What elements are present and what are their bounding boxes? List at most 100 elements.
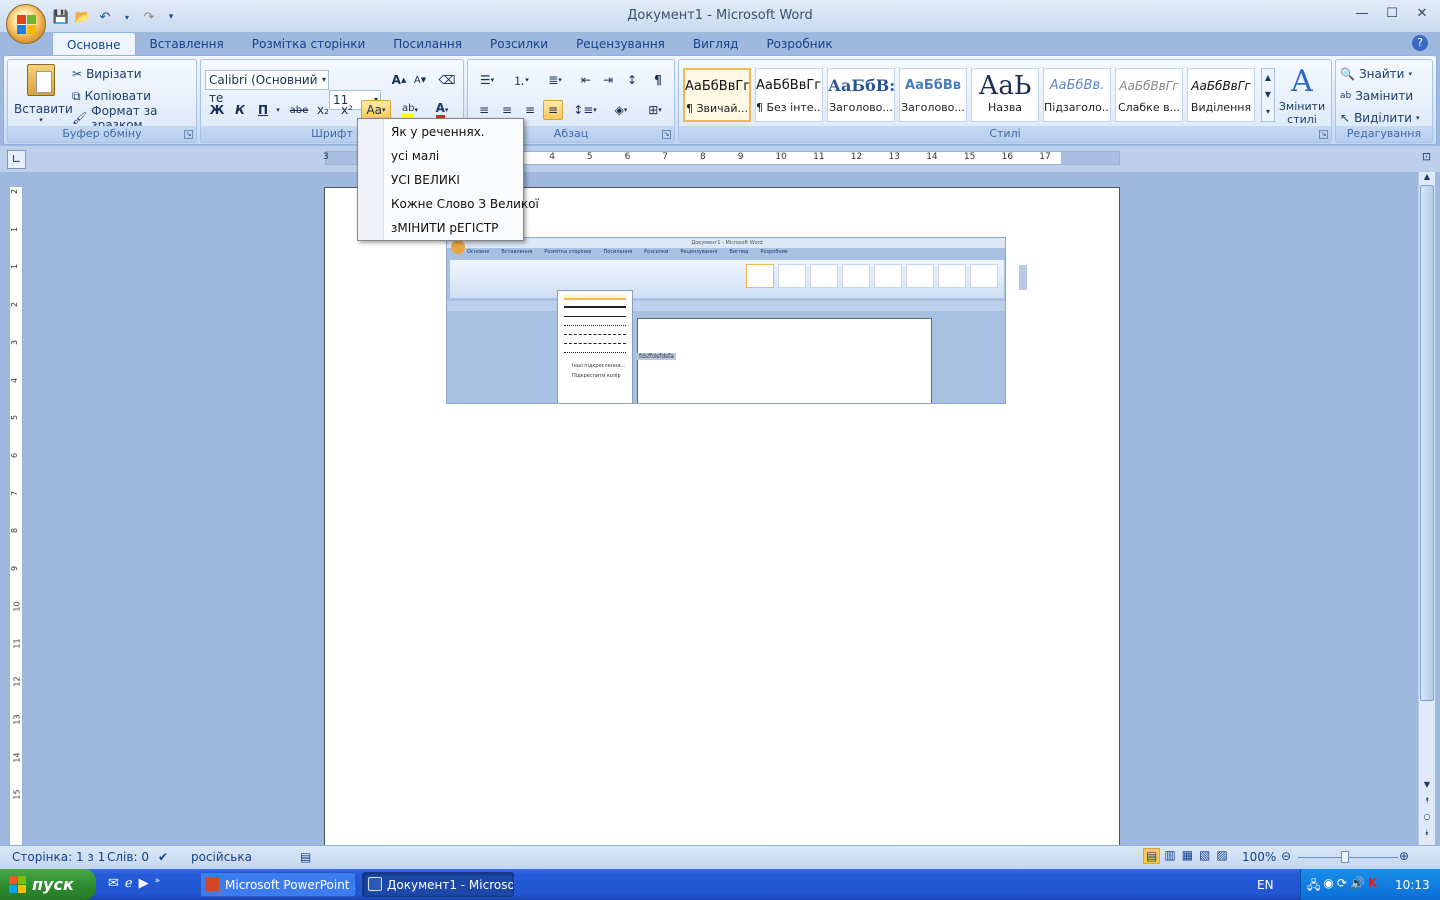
more-quicklaunch-icon[interactable]: »: [155, 876, 161, 891]
outlook-icon[interactable]: ✉: [108, 876, 119, 891]
pilcrow-icon[interactable]: ¶: [648, 70, 668, 90]
tab-developer[interactable]: Розробник: [752, 32, 846, 56]
underline-dropdown-icon[interactable]: ▾: [273, 100, 283, 120]
volume-icon[interactable]: 🔊: [1350, 876, 1365, 897]
tab-stop-selector[interactable]: ∟: [7, 150, 26, 169]
tab-page-layout[interactable]: Розмітка сторінки: [238, 32, 380, 56]
menu-item-sentence-case[interactable]: Як у реченнях.: [391, 122, 485, 142]
web-layout-icon[interactable]: ▦: [1180, 848, 1195, 864]
change-case-button[interactable]: Аа ▾: [361, 100, 391, 120]
sort-icon[interactable]: ↕: [622, 70, 642, 90]
tab-insert[interactable]: Вставлення: [136, 32, 238, 56]
subscript-button[interactable]: x₂: [313, 100, 333, 120]
zoom-slider-thumb[interactable]: [1341, 851, 1349, 863]
superscript-button[interactable]: x²: [337, 100, 357, 120]
more-styles-icon[interactable]: ▾: [1262, 103, 1274, 120]
scroll-up-icon[interactable]: ▲: [1419, 172, 1435, 184]
print-layout-icon[interactable]: ▤: [1143, 848, 1161, 864]
input-language[interactable]: EN: [1257, 878, 1274, 892]
macro-record-icon[interactable]: ▤: [300, 850, 311, 864]
vertical-scrollbar[interactable]: ▲ ▼ ⯭ ○ ⯯: [1418, 172, 1435, 845]
styles-scroll[interactable]: ▲ ▼ ▾: [1261, 68, 1275, 122]
clipboard-launcher-icon[interactable]: ↘: [184, 130, 193, 139]
paragraph-launcher-icon[interactable]: ↘: [662, 130, 671, 139]
style-heading-1[interactable]: АаБбВ: Заголово...: [827, 68, 895, 122]
antivirus-icon[interactable]: ◉: [1323, 876, 1333, 897]
page-count[interactable]: Сторінка: 1 з 1: [12, 850, 105, 864]
proofing-icon[interactable]: ✔: [158, 850, 168, 864]
kaspersky-icon[interactable]: K: [1368, 876, 1377, 897]
language[interactable]: російська: [191, 850, 252, 864]
styles-launcher-icon[interactable]: ↘: [1319, 130, 1328, 139]
network-icon[interactable]: 🖧: [1307, 876, 1320, 897]
find-button[interactable]: 🔍 Знайти ▾: [1340, 64, 1412, 84]
justify-icon[interactable]: ≡: [543, 100, 563, 120]
multilevel-list-icon[interactable]: ≣ ▾: [540, 70, 570, 90]
office-button[interactable]: [6, 4, 46, 44]
underline-button[interactable]: П: [253, 100, 273, 120]
scroll-down-icon[interactable]: ▼: [1262, 86, 1274, 103]
view-ruler-icon[interactable]: ⊡: [1418, 150, 1435, 169]
shading-icon[interactable]: ◈ ▾: [606, 100, 636, 120]
align-right-icon[interactable]: ≡: [520, 100, 540, 120]
numbering-icon[interactable]: ⒈ ▾: [506, 70, 536, 90]
style-normal[interactable]: АаБбВвГг, ¶ Звичай...: [683, 68, 751, 122]
ie-icon[interactable]: ℯ: [125, 876, 133, 891]
help-icon[interactable]: ?: [1412, 35, 1428, 51]
change-styles-button[interactable]: A Змінити стилі: [1277, 64, 1327, 128]
align-left-icon[interactable]: ≡: [474, 100, 494, 120]
menu-item-toggle-case[interactable]: зМІНИТИ рЕГІСТР: [391, 218, 498, 238]
taskbar-item-powerpoint[interactable]: Microsoft PowerPoint ...: [200, 872, 356, 897]
tab-view[interactable]: Вигляд: [679, 32, 753, 56]
style-subtle-emphasis[interactable]: АаБбВвГг Слабке в...: [1115, 68, 1183, 122]
format-painter-button[interactable]: 🖌 Формат за зразком: [72, 104, 196, 132]
close-button[interactable]: ✕: [1414, 6, 1430, 24]
embedded-screenshot[interactable]: Документ1 - Microsoft Word Основне Вставл…: [446, 237, 1006, 404]
clear-format-button[interactable]: ⌫: [437, 70, 457, 90]
style-subtitle[interactable]: АаБбВв. Підзаголо...: [1043, 68, 1111, 122]
scrollbar-thumb[interactable]: [1420, 185, 1434, 701]
copy-button[interactable]: ⧉ Копіювати: [72, 86, 151, 106]
draft-icon[interactable]: ▨: [1214, 848, 1229, 864]
tab-mailings[interactable]: Розсилки: [476, 32, 562, 56]
font-color-button[interactable]: A ▾: [427, 100, 457, 120]
style-emphasis[interactable]: АаБбВвГг Виділення: [1187, 68, 1255, 122]
taskbar-item-word[interactable]: Документ1 - Microso...: [362, 872, 514, 897]
word-count[interactable]: Слів: 0: [107, 850, 149, 864]
cut-button[interactable]: ✂ Вирізати: [72, 64, 142, 84]
browse-object-icon[interactable]: ○: [1419, 812, 1435, 824]
scroll-down-icon[interactable]: ▼: [1419, 780, 1435, 792]
increase-indent-icon[interactable]: ⇥: [598, 70, 618, 90]
media-player-icon[interactable]: ▶: [139, 876, 149, 891]
minimize-button[interactable]: —: [1354, 6, 1370, 24]
tab-references[interactable]: Посилання: [379, 32, 476, 56]
italic-button[interactable]: К: [230, 100, 250, 120]
scroll-up-icon[interactable]: ▲: [1262, 69, 1274, 86]
decrease-indent-icon[interactable]: ⇤: [576, 70, 596, 90]
bold-button[interactable]: Ж: [207, 100, 227, 120]
style-title[interactable]: АаЬ Назва: [971, 68, 1039, 122]
font-name-combo[interactable]: Calibri (Основний те ▾: [205, 70, 329, 105]
zoom-out-icon[interactable]: ⊖: [1281, 849, 1291, 863]
tab-home[interactable]: Основне: [52, 32, 136, 56]
full-screen-reading-icon[interactable]: ▥: [1162, 848, 1177, 864]
maximize-button[interactable]: ☐: [1384, 6, 1400, 24]
zoom-level[interactable]: 100%: [1242, 850, 1276, 864]
paste-button[interactable]: Вставити ▾: [14, 64, 73, 128]
previous-page-icon[interactable]: ⯭: [1419, 796, 1435, 808]
menu-item-capitalize-each-word[interactable]: Кожне Слово З Великої: [391, 194, 539, 214]
replace-button[interactable]: ab Замінити: [1340, 86, 1413, 106]
style-no-spacing[interactable]: АаБбВвГг, ¶ Без інте...: [755, 68, 823, 122]
tab-review[interactable]: Рецензування: [562, 32, 679, 56]
vertical-ruler[interactable]: 2 1 1 2 3 4 5 6 7 8 9 10 11 12 13 14 15: [9, 186, 23, 846]
shrink-font-button[interactable]: A ▼: [410, 70, 430, 90]
start-button[interactable]: пуск: [0, 869, 96, 900]
align-center-icon[interactable]: ≡: [497, 100, 517, 120]
borders-icon[interactable]: ⊞ ▾: [640, 100, 670, 120]
menu-item-uppercase[interactable]: УСІ ВЕЛИКІ: [391, 170, 460, 190]
bullets-icon[interactable]: ☰ ▾: [472, 70, 502, 90]
zoom-in-icon[interactable]: ⊕: [1399, 849, 1409, 863]
next-page-icon[interactable]: ⯯: [1419, 828, 1435, 840]
update-icon[interactable]: ⟳: [1337, 876, 1347, 897]
outline-icon[interactable]: ▧: [1197, 848, 1212, 864]
